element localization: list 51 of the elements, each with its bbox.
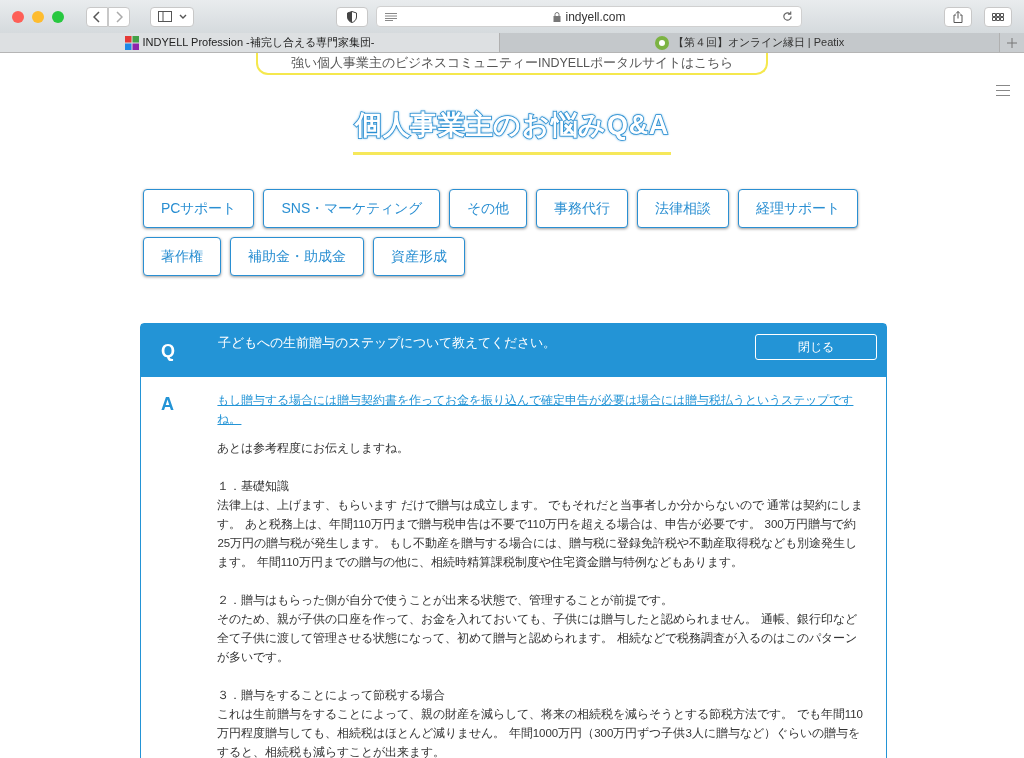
browser-tab[interactable]: INDYELL Profession -補完し合える専門家集団- [0, 33, 500, 52]
chevron-right-icon [115, 10, 123, 23]
menu-icon[interactable] [996, 85, 1010, 96]
shield-button[interactable] [336, 6, 368, 27]
close-window-icon[interactable] [12, 10, 24, 23]
section-heading: ２．贈与はもらった側が自分で使うことが出来る状態で、管理することが前提です。 [217, 592, 675, 608]
category-button[interactable]: SNS・マーケティング [263, 188, 441, 228]
zoom-window-icon[interactable] [52, 10, 64, 23]
category-button[interactable]: 資産形成 [373, 236, 465, 276]
url-text: indyell.com [565, 8, 626, 26]
category-button[interactable]: その他 [449, 188, 528, 228]
category-button[interactable]: 法律相談 [637, 188, 730, 228]
question-text: 子どもへの生前贈与のステップについて教えてください。 [218, 334, 557, 352]
plus-icon [1007, 37, 1017, 48]
reload-icon[interactable] [782, 11, 793, 22]
shield-icon [347, 10, 357, 23]
forward-button[interactable] [108, 6, 130, 27]
portal-banner[interactable]: 強い個人事業主のビジネスコミュニティーINDYELLポータルサイトはこちら [256, 53, 768, 75]
category-button[interactable]: PCサポート [143, 188, 255, 228]
logo-icon [124, 35, 139, 50]
tab-title: 【第４回】オンライン縁日 | Peatix [672, 35, 845, 51]
back-button[interactable] [86, 6, 108, 27]
answer-mark: A [161, 392, 175, 416]
tab-title: INDYELL Profession -補完し合える専門家集団- [142, 35, 375, 51]
question-mark: Q [161, 339, 176, 363]
tabs-overview-button[interactable] [984, 6, 1012, 27]
share-button[interactable] [944, 6, 972, 27]
caret-icon [178, 13, 187, 20]
answer-link[interactable]: もし贈与する場合には贈与契約書を作ってお金を振り込んで確定申告が必要は場合には贈与税払うというステップですね。 [217, 390, 866, 429]
category-button[interactable]: 補助金・助成金 [230, 236, 364, 276]
chevron-left-icon [93, 10, 101, 23]
page-title: 個人事業主のお悩みQ&A [352, 105, 672, 155]
browser-tab[interactable]: 【第４回】オンライン縁日 | Peatix [500, 33, 1000, 52]
sidebar-icon [157, 11, 172, 22]
sidebar-button[interactable] [150, 6, 194, 27]
category-button[interactable]: 事務代行 [536, 188, 629, 228]
category-button[interactable]: 経理サポート [738, 188, 859, 228]
reader-icon [385, 12, 397, 21]
section-heading: １．基礎知識 [217, 478, 291, 494]
section-body: これは生前贈与をすることによって、親の財産を減らして、将来の相続税を減らそうとする節税方法です。 でも年間110万円程度贈与しても、相続税はほとんど減りません。 年間1000万円（300万円ずつ子供3人に贈与など）ぐらいの贈与をすると、相続税も減らすことが出来ます。 [217, 706, 864, 758]
category-button[interactable]: 著作権 [143, 236, 221, 276]
section-body: 法律上は、上げます、もらいます だけで贈与は成立します。 でもそれだと当事者しか分からないので 通常は契約にします。 あと税務上は、年間110万円まで贈与税申告は不要で110万円を超える場合は、申告が必要です。 300万円贈与で約25万円の贈与税が発生します。 もし不動産を贈与する場合には、贈与税に登録免許税や不動産取得税なども別途発生します。 年間110万円までの贈与の他に、相続時精算課税制度や住宅資金贈与特例などもあります。 [217, 497, 865, 571]
address-bar[interactable]: indyell.com [376, 6, 802, 27]
lock-icon [553, 11, 562, 22]
logo-icon [654, 35, 669, 50]
close-button[interactable]: 閉じる [755, 333, 877, 360]
section-heading: ３．贈与をすることによって節税する場合 [217, 687, 447, 703]
grid-icon [992, 12, 1004, 21]
answer-intro: あとは参考程度にお伝えしますね。 [217, 440, 411, 456]
share-icon [953, 10, 963, 23]
section-body: そのため、親が子供の口座を作って、お金を入れておいても、子供には贈与したと認められません。 通帳、銀行印など全て子供に渡して管理させる状態になって、初めて贈与と認められます。 相続などで税務調査が入るのはこのパターンが多いです。 [217, 611, 858, 665]
